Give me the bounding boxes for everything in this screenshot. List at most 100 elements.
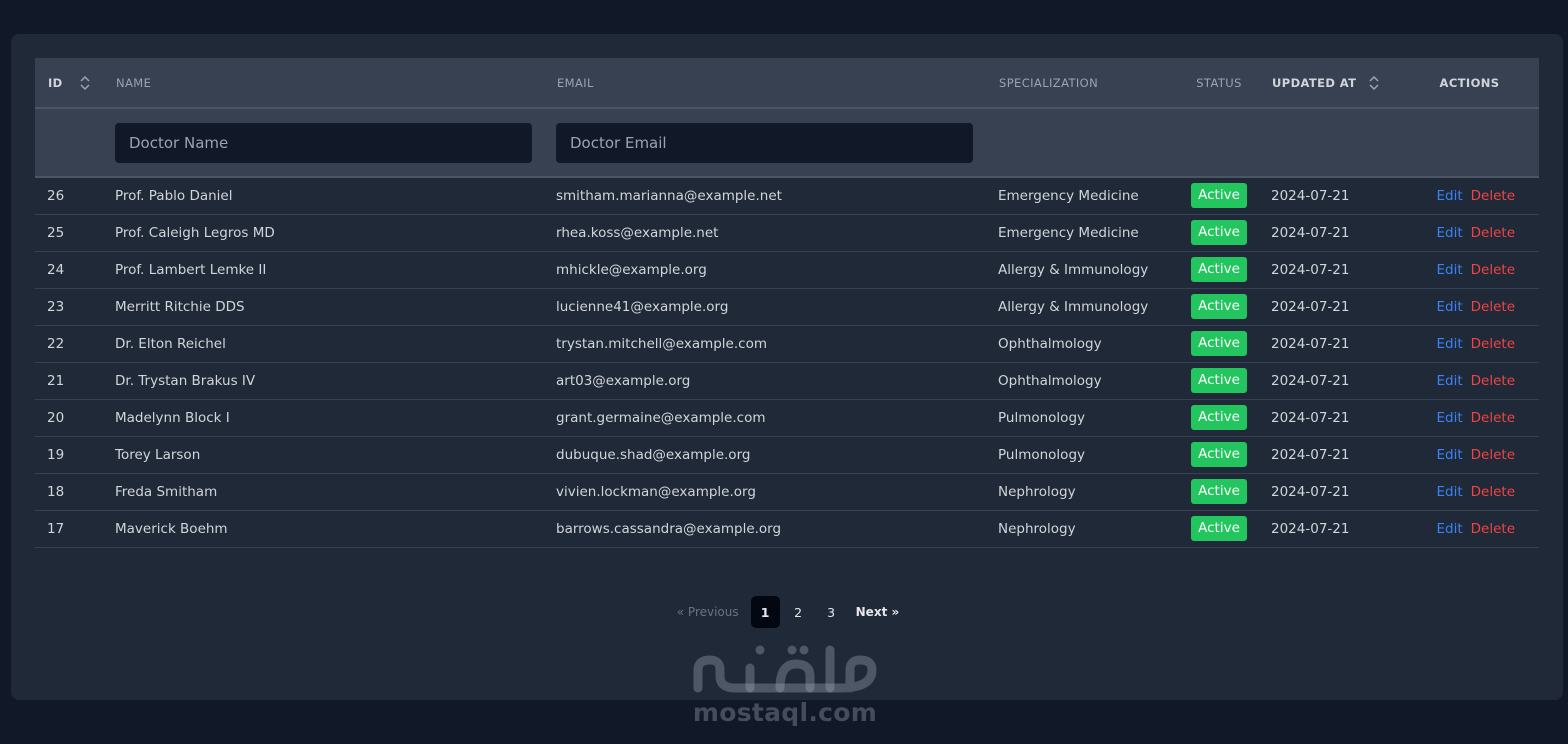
cell-actions: Edit Delete — [1400, 473, 1539, 510]
cell-email: lucienne41@example.org — [556, 298, 729, 315]
column-header-id-label: ID — [48, 75, 63, 90]
cell-updated-at: 2024-07-21 — [1271, 335, 1350, 352]
cell-actions: Edit Delete — [1400, 362, 1539, 399]
delete-link[interactable]: Delete — [1471, 410, 1515, 426]
mostaql-watermark: mostaql.com — [690, 640, 880, 730]
status-badge: Active — [1191, 183, 1247, 209]
cell-updated-at: 2024-07-21 — [1271, 298, 1350, 315]
doctors-table: ID NAME EMAIL SPECIALIZATION STATUS UPDA… — [35, 58, 1539, 548]
cell-specialization: Allergy & Immunology — [998, 298, 1149, 315]
cell-actions: Edit Delete — [1400, 399, 1539, 436]
cell-actions: Edit Delete — [1400, 214, 1539, 251]
column-header-email: EMAIL — [544, 58, 986, 109]
cell-specialization: Nephrology — [998, 483, 1076, 500]
cell-specialization: Pulmonology — [998, 409, 1086, 426]
edit-link[interactable]: Edit — [1436, 521, 1462, 537]
cell-updated-at: 2024-07-21 — [1271, 446, 1350, 463]
cell-email: grant.germaine@example.com — [556, 409, 766, 426]
status-badge: Active — [1191, 220, 1247, 245]
sort-icon[interactable] — [80, 75, 90, 90]
delete-link[interactable]: Delete — [1471, 225, 1515, 241]
pagination-next[interactable]: Next » — [850, 605, 906, 619]
cell-updated-at: 2024-07-21 — [1271, 372, 1350, 389]
cell-status: Active — [1179, 362, 1259, 399]
filter-cell-id — [35, 108, 103, 178]
cell-specialization: Emergency Medicine — [998, 224, 1139, 241]
status-badge: Active — [1191, 405, 1247, 430]
cell-name: Prof. Lambert Lemke II — [115, 261, 267, 278]
table-body: 26 Prof. Pablo Daniel smitham.marianna@exa… — [35, 177, 1539, 547]
table-row: 23 Merritt Ritchie DDS lucienne41@example.… — [35, 288, 1539, 325]
status-badge: Active — [1191, 368, 1247, 393]
edit-link[interactable]: Edit — [1436, 262, 1462, 278]
table-row: 18 Freda Smitham vivien.lockman@example.or… — [35, 473, 1539, 510]
cell-name: Freda Smitham — [115, 483, 218, 500]
mostaql-logo-icon — [693, 645, 877, 693]
delete-link[interactable]: Delete — [1471, 262, 1515, 278]
cell-actions: Edit Delete — [1400, 288, 1539, 325]
column-header-specialization: SPECIALIZATION — [986, 58, 1179, 109]
cell-name: Merritt Ritchie DDS — [115, 298, 245, 315]
pagination-page-2[interactable]: 2 — [784, 596, 813, 628]
edit-link[interactable]: Edit — [1436, 225, 1462, 241]
delete-link[interactable]: Delete — [1471, 521, 1515, 537]
delete-link[interactable]: Delete — [1471, 373, 1515, 389]
cell-id: 20 — [47, 409, 65, 426]
sort-icon[interactable] — [1369, 75, 1379, 90]
table-row: 21 Dr. Trystan Brakus IV art03@example.org… — [35, 362, 1539, 399]
cell-specialization: Pulmonology — [998, 446, 1086, 463]
cell-updated-at: 2024-07-21 — [1271, 261, 1350, 278]
column-header-id[interactable]: ID — [35, 58, 103, 109]
column-header-name: NAME — [103, 58, 544, 109]
table-header-row: ID NAME EMAIL SPECIALIZATION STATUS UPDA… — [35, 58, 1539, 109]
cell-email: barrows.cassandra@example.org — [556, 520, 782, 537]
delete-link[interactable]: Delete — [1471, 484, 1515, 500]
cell-specialization: Nephrology — [998, 520, 1076, 537]
cell-status: Active — [1179, 325, 1259, 362]
edit-link[interactable]: Edit — [1436, 484, 1462, 500]
edit-link[interactable]: Edit — [1436, 447, 1462, 463]
edit-link[interactable]: Edit — [1436, 336, 1462, 352]
delete-link[interactable]: Delete — [1471, 336, 1515, 352]
cell-id: 23 — [47, 298, 65, 315]
cell-actions: Edit Delete — [1400, 177, 1539, 214]
cell-updated-at: 2024-07-21 — [1271, 224, 1350, 241]
cell-email: rhea.koss@example.net — [556, 224, 719, 241]
edit-link[interactable]: Edit — [1436, 188, 1462, 204]
cell-updated-at: 2024-07-21 — [1271, 483, 1350, 500]
cell-specialization: Ophthalmology — [998, 372, 1102, 389]
delete-link[interactable]: Delete — [1471, 447, 1515, 463]
filter-cell-empty — [1179, 108, 1259, 178]
cell-id: 22 — [47, 335, 65, 352]
cell-status: Active — [1179, 251, 1259, 288]
table-row: 25 Prof. Caleigh Legros MD rhea.koss@examp… — [35, 214, 1539, 251]
cell-specialization: Emergency Medicine — [998, 187, 1139, 204]
doctor-email-filter-input[interactable] — [556, 122, 973, 163]
edit-link[interactable]: Edit — [1436, 410, 1462, 426]
cell-id: 21 — [47, 372, 65, 389]
pagination-page-3[interactable]: 3 — [817, 596, 846, 628]
cell-id: 19 — [47, 446, 65, 463]
cell-status: Active — [1179, 399, 1259, 436]
cell-email: mhickle@example.org — [556, 261, 707, 278]
cell-status: Active — [1179, 436, 1259, 473]
table-row: 20 Madelynn Block I grant.germaine@example… — [35, 399, 1539, 436]
cell-specialization: Ophthalmology — [998, 335, 1102, 352]
cell-name: Prof. Pablo Daniel — [115, 187, 233, 204]
table-row: 26 Prof. Pablo Daniel smitham.marianna@exa… — [35, 177, 1539, 214]
cell-status: Active — [1179, 177, 1259, 214]
filter-row — [35, 108, 1539, 178]
cell-email: vivien.lockman@example.org — [556, 483, 756, 500]
edit-link[interactable]: Edit — [1436, 373, 1462, 389]
cell-id: 26 — [47, 187, 65, 204]
filter-cell-name — [103, 108, 544, 178]
doctor-name-filter-input[interactable] — [115, 122, 532, 163]
cell-actions: Edit Delete — [1400, 510, 1539, 547]
pagination-page-1[interactable]: 1 — [750, 596, 780, 628]
delete-link[interactable]: Delete — [1471, 188, 1515, 204]
column-header-updated-at[interactable]: UPDATED AT — [1259, 58, 1400, 109]
delete-link[interactable]: Delete — [1471, 299, 1515, 315]
edit-link[interactable]: Edit — [1436, 299, 1462, 315]
cell-name: Maverick Boehm — [115, 520, 228, 537]
mostaql-latin-text: mostaql.com — [692, 698, 878, 727]
